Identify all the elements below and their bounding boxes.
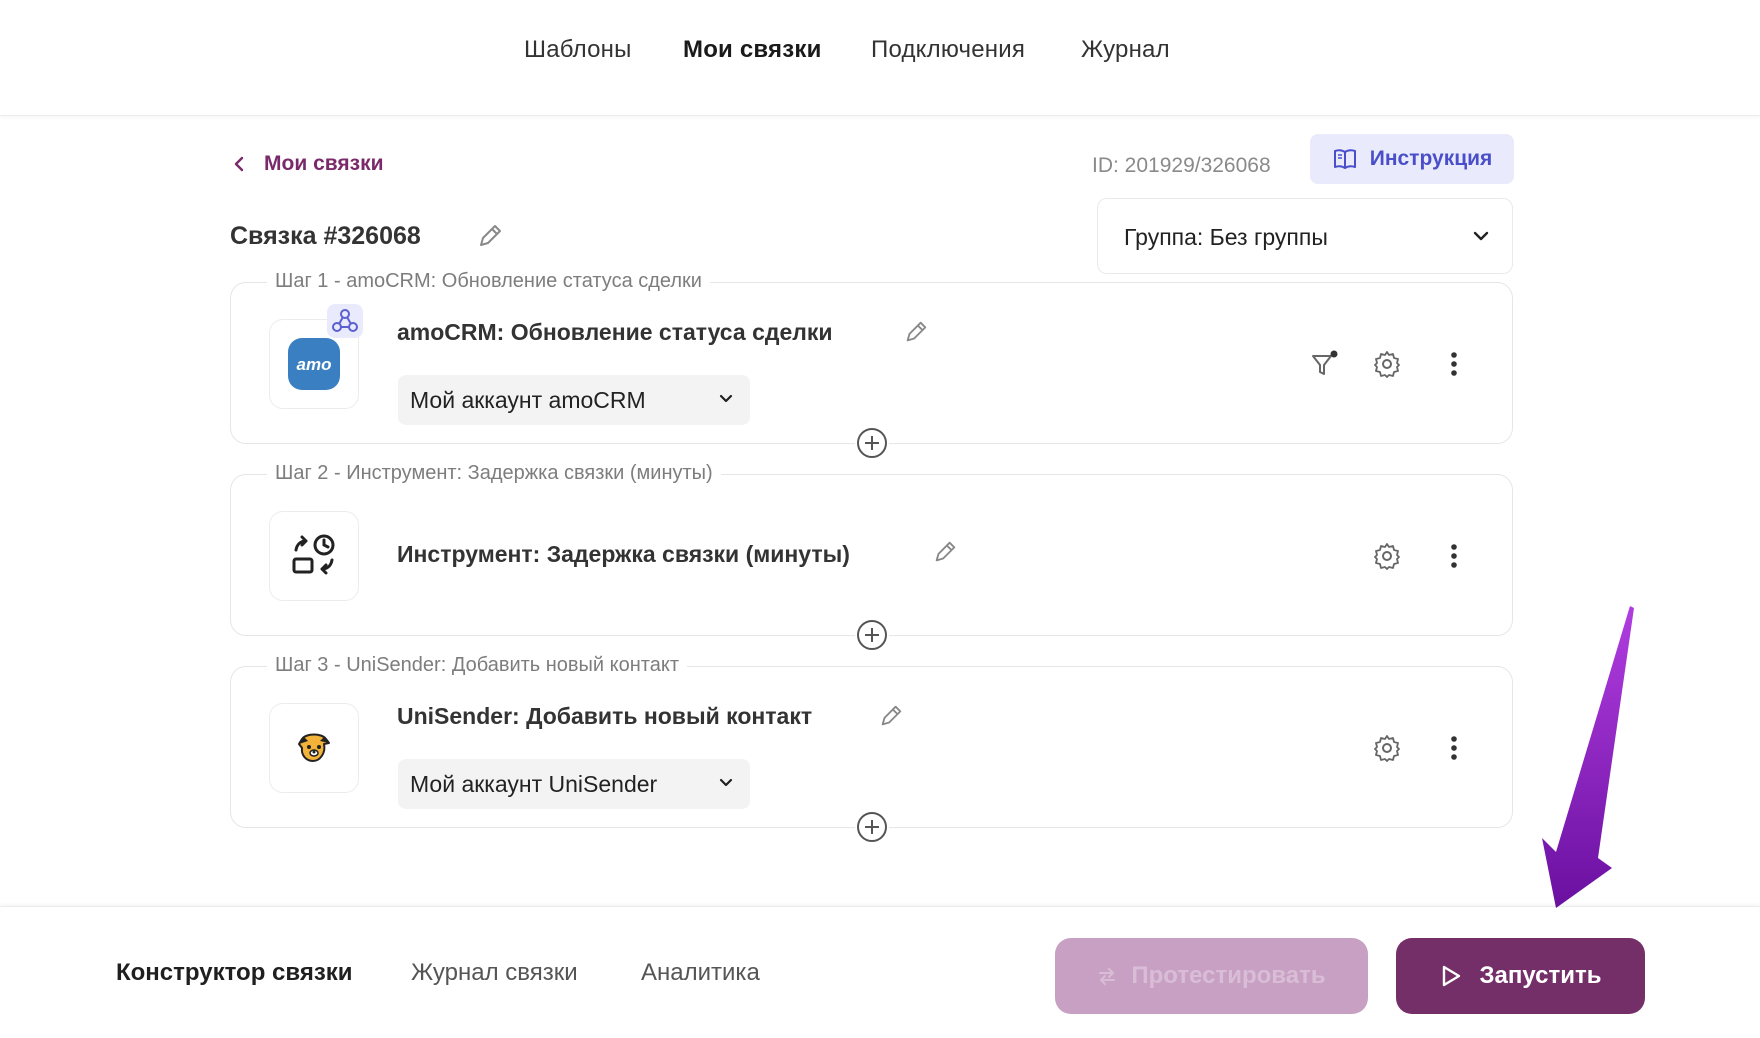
step-legend: Шаг 3 - UniSender: Добавить новый контак… (267, 654, 687, 677)
page-title: Связка #326068 (230, 222, 421, 250)
step-title: UniSender: Добавить новый контакт (397, 703, 813, 729)
more-button[interactable] (1439, 541, 1469, 571)
unisender-logo-icon (298, 733, 330, 762)
bundle-id: ID: 201929/326068 (1092, 154, 1271, 177)
annotation-arrow-icon (1542, 606, 1634, 908)
step-title: amoCRM: Обновление статуса сделки (397, 319, 833, 345)
test-button-label: Протестировать (1131, 962, 1326, 989)
more-vertical-icon (1451, 736, 1457, 760)
filter-button[interactable] (1309, 349, 1339, 379)
gear-icon (1374, 543, 1400, 570)
step-legend: Шаг 1 - amoCRM: Обновление статуса сделк… (267, 270, 710, 293)
settings-button[interactable] (1372, 541, 1402, 571)
more-vertical-icon (1451, 544, 1457, 568)
run-button[interactable]: Запустить (1396, 938, 1645, 1014)
group-select[interactable]: Группа: Без группы (1097, 198, 1513, 274)
top-navigation: Шаблоны Мои связки Подключения Журнал (0, 0, 1760, 116)
group-select-label: Группа: Без группы (1124, 224, 1328, 250)
account-select-label: Мой аккаунт amoCRM (410, 387, 646, 413)
swap-icon (1099, 968, 1116, 985)
add-step-icon[interactable] (855, 618, 889, 652)
add-step-icon[interactable] (855, 426, 889, 460)
account-select[interactable]: Мой аккаунт UniSender (398, 759, 750, 809)
play-icon (1442, 965, 1460, 987)
gear-icon (1374, 735, 1400, 762)
webhook-icon (327, 304, 363, 338)
chevron-down-icon (719, 778, 733, 787)
delay-tool-icon (292, 534, 335, 575)
account-select-label: Мой аккаунт UniSender (410, 771, 658, 797)
back-link[interactable]: Мои связки (232, 152, 384, 176)
pencil-icon[interactable] (903, 319, 929, 345)
tab-bundle-builder[interactable]: Конструктор связки (116, 959, 353, 987)
run-button-label: Запустить (1479, 962, 1602, 989)
back-link-label: Мои связки (264, 152, 384, 175)
nav-connections[interactable]: Подключения (871, 36, 1025, 64)
nav-templates[interactable]: Шаблоны (524, 36, 632, 64)
step-card-1: Шаг 1 - amoCRM: Обновление статуса сделк… (230, 270, 1513, 460)
pencil-icon[interactable] (932, 539, 958, 565)
settings-button[interactable] (1372, 733, 1402, 763)
step-app-icon (269, 511, 359, 601)
settings-button[interactable] (1372, 349, 1402, 379)
pencil-icon[interactable] (476, 222, 504, 250)
amocrm-logo-text: amo (297, 355, 332, 374)
gear-icon (1374, 351, 1400, 378)
tab-analytics[interactable]: Аналитика (641, 959, 760, 987)
nav-journal[interactable]: Журнал (1081, 36, 1170, 64)
step-card-2: Шаг 2 - Инструмент: Задержка связки (мин… (230, 462, 1513, 652)
chevron-left-icon (234, 156, 244, 172)
pencil-icon[interactable] (878, 703, 904, 729)
test-button[interactable]: Протестировать (1055, 938, 1368, 1014)
step-legend: Шаг 2 - Инструмент: Задержка связки (мин… (267, 462, 721, 485)
step-title: Инструмент: Задержка связки (минуты) (397, 541, 850, 567)
step-app-icon (269, 703, 359, 793)
nav-my-bundles[interactable]: Мои связки (683, 36, 822, 64)
instruction-label: Инструкция (1369, 147, 1493, 170)
chevron-down-icon (719, 394, 733, 403)
amocrm-logo-icon: amo (288, 338, 340, 390)
more-button[interactable] (1439, 349, 1469, 379)
step-card-3: Шаг 3 - UniSender: Добавить новый контак… (230, 654, 1513, 844)
chevron-down-icon (1473, 231, 1489, 241)
add-step-icon[interactable] (855, 810, 889, 844)
filter-icon (1312, 350, 1338, 375)
tab-bundle-journal[interactable]: Журнал связки (411, 959, 578, 987)
more-button[interactable] (1439, 733, 1469, 763)
account-select[interactable]: Мой аккаунт amoCRM (398, 375, 750, 425)
instruction-button[interactable]: Инструкция (1310, 134, 1514, 184)
book-icon (1333, 149, 1356, 169)
more-vertical-icon (1451, 352, 1457, 376)
bottom-bar: Конструктор связки Журнал связки Аналити… (0, 906, 1760, 1038)
